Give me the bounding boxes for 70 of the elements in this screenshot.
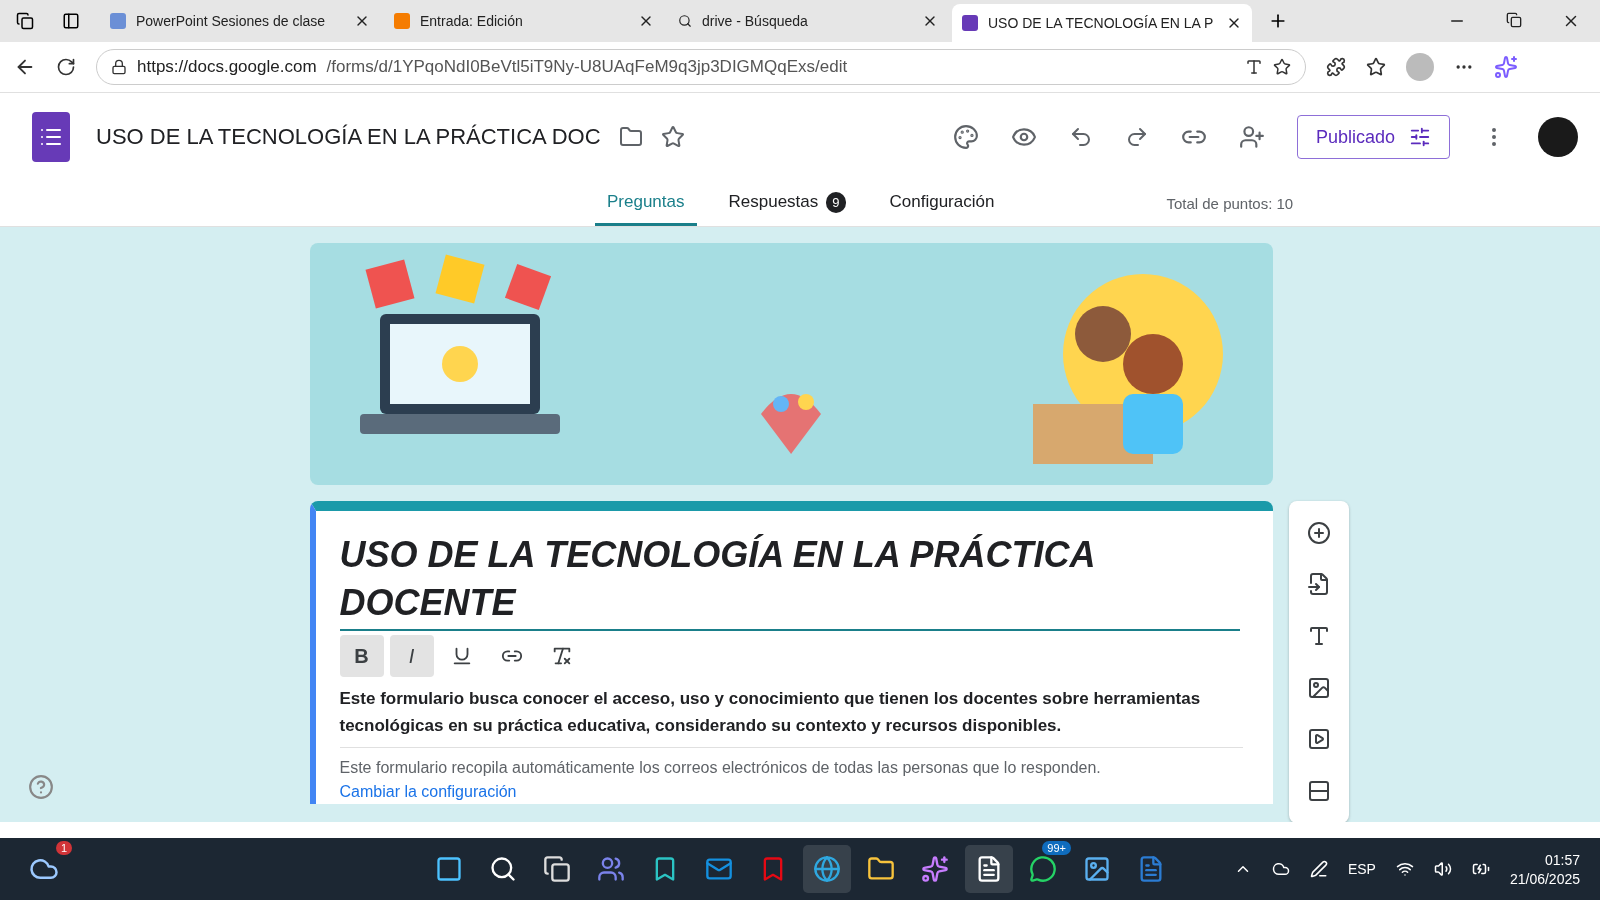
browser-tab[interactable]: PowerPoint Sesiones de clase	[100, 4, 380, 38]
clock[interactable]: 01:57 21/06/2025	[1509, 851, 1580, 887]
browser-tab[interactable]: Entrada: Edición	[384, 4, 664, 38]
sidebar-icon[interactable]	[62, 12, 80, 30]
volume-icon[interactable]	[1433, 860, 1452, 878]
bold-button[interactable]: B	[339, 635, 384, 677]
wifi-icon[interactable]	[1395, 860, 1414, 878]
taskbar-app[interactable]	[965, 845, 1013, 893]
reload-icon[interactable]	[56, 57, 76, 77]
add-person-icon[interactable]	[1238, 124, 1265, 150]
url-host: https://docs.google.com	[137, 57, 317, 77]
video-icon[interactable]	[1306, 727, 1331, 752]
time: 01:57	[1544, 851, 1580, 868]
lock-icon	[111, 59, 127, 75]
form-title[interactable]: USO DE LA TECNOLOGÍA EN LA PRÁCTICA DOC	[96, 124, 601, 150]
star-icon[interactable]	[1273, 58, 1291, 76]
tab-favicon-icon	[394, 13, 410, 29]
notification-badge: 1	[55, 841, 72, 855]
italic-button[interactable]: I	[389, 635, 434, 677]
add-circle-icon[interactable]	[1306, 520, 1331, 545]
section-icon[interactable]	[1306, 779, 1331, 804]
tab-actions-icon[interactable]	[16, 12, 34, 30]
sparkles-icon	[921, 855, 949, 883]
tab-favicon-icon	[962, 15, 978, 31]
tab-label: Preguntas	[607, 192, 685, 212]
settings-link[interactable]: Cambiar la configuración	[339, 783, 517, 800]
folder-icon[interactable]	[618, 125, 643, 149]
count-badge: 9	[826, 191, 846, 213]
notification-badge: 99+	[1042, 841, 1071, 855]
extensions-icon[interactable]	[1326, 57, 1346, 77]
publish-button[interactable]: Publicado	[1296, 115, 1450, 159]
search-icon	[678, 14, 692, 28]
url-path: /forms/d/1YPqoNdI0BeVtl5iT9Ny-U8UAqFeM9q3jp3DIGMQqExs/edit	[326, 57, 849, 77]
date: 21/06/2025	[1509, 870, 1580, 887]
form-title-field[interactable]: USO DE LA TECNOLOGÍA EN LA PRÁCTICA DOCENTE	[339, 531, 1240, 631]
globe-icon	[813, 855, 841, 883]
tab-favicon-icon	[110, 13, 126, 29]
image-icon[interactable]	[1306, 675, 1331, 700]
windows-stack-icon	[543, 855, 571, 883]
search-icon	[489, 855, 517, 883]
favorites-icon[interactable]	[1366, 57, 1386, 77]
restore-icon[interactable]	[1506, 12, 1522, 28]
star-icon[interactable]	[660, 125, 685, 149]
form-tab[interactable]: Configuración	[877, 181, 1007, 226]
sliders-icon	[1409, 126, 1431, 148]
tab-title: PowerPoint Sesiones de clase	[136, 13, 327, 29]
email-collection-note: Este formulario recopila automáticamente los correos electrónicos de todas las personas que lo responden. Cambiar la configuración	[339, 758, 1102, 802]
import-file-icon[interactable]	[1306, 572, 1331, 597]
palette-icon[interactable]	[952, 124, 979, 150]
language-indicator[interactable]: ESP	[1347, 861, 1376, 877]
tab-label: Respuestas	[728, 192, 819, 212]
tab-title: USO DE LA TECNOLOGÍA EN LA P	[988, 15, 1215, 31]
browser-tab[interactable]: drive - Búsqueda	[668, 4, 948, 38]
total-points: Total de puntos: 10	[1166, 195, 1294, 212]
forms-logo-icon[interactable]	[32, 112, 70, 162]
tab-label: Configuración	[889, 192, 995, 212]
form-tab[interactable]: Respuestas 9	[716, 181, 858, 226]
avatar[interactable]	[1538, 117, 1578, 157]
folder-icon	[867, 855, 895, 883]
help-icon[interactable]	[28, 774, 54, 800]
browser-tab[interactable]: USO DE LA TECNOLOGÍA EN LA P	[952, 4, 1252, 42]
tab-title: drive - Búsqueda	[702, 13, 809, 29]
chat-bubble-icon	[1029, 855, 1057, 883]
cloud-icon[interactable]	[1271, 860, 1290, 878]
form-description[interactable]: Este formulario busca conocer el acceso, uso y conocimiento que tienen los docentes sobre herramientas tecnológicas en su práctica educativa, considerando su contexto y recursos disponibles.	[339, 685, 1243, 748]
pen-icon[interactable]	[1309, 860, 1328, 878]
picture-icon	[1083, 855, 1111, 883]
tab-title: Entrada: Edición	[420, 13, 524, 29]
people-icon	[597, 855, 625, 883]
sparkles-icon[interactable]	[1494, 55, 1518, 79]
